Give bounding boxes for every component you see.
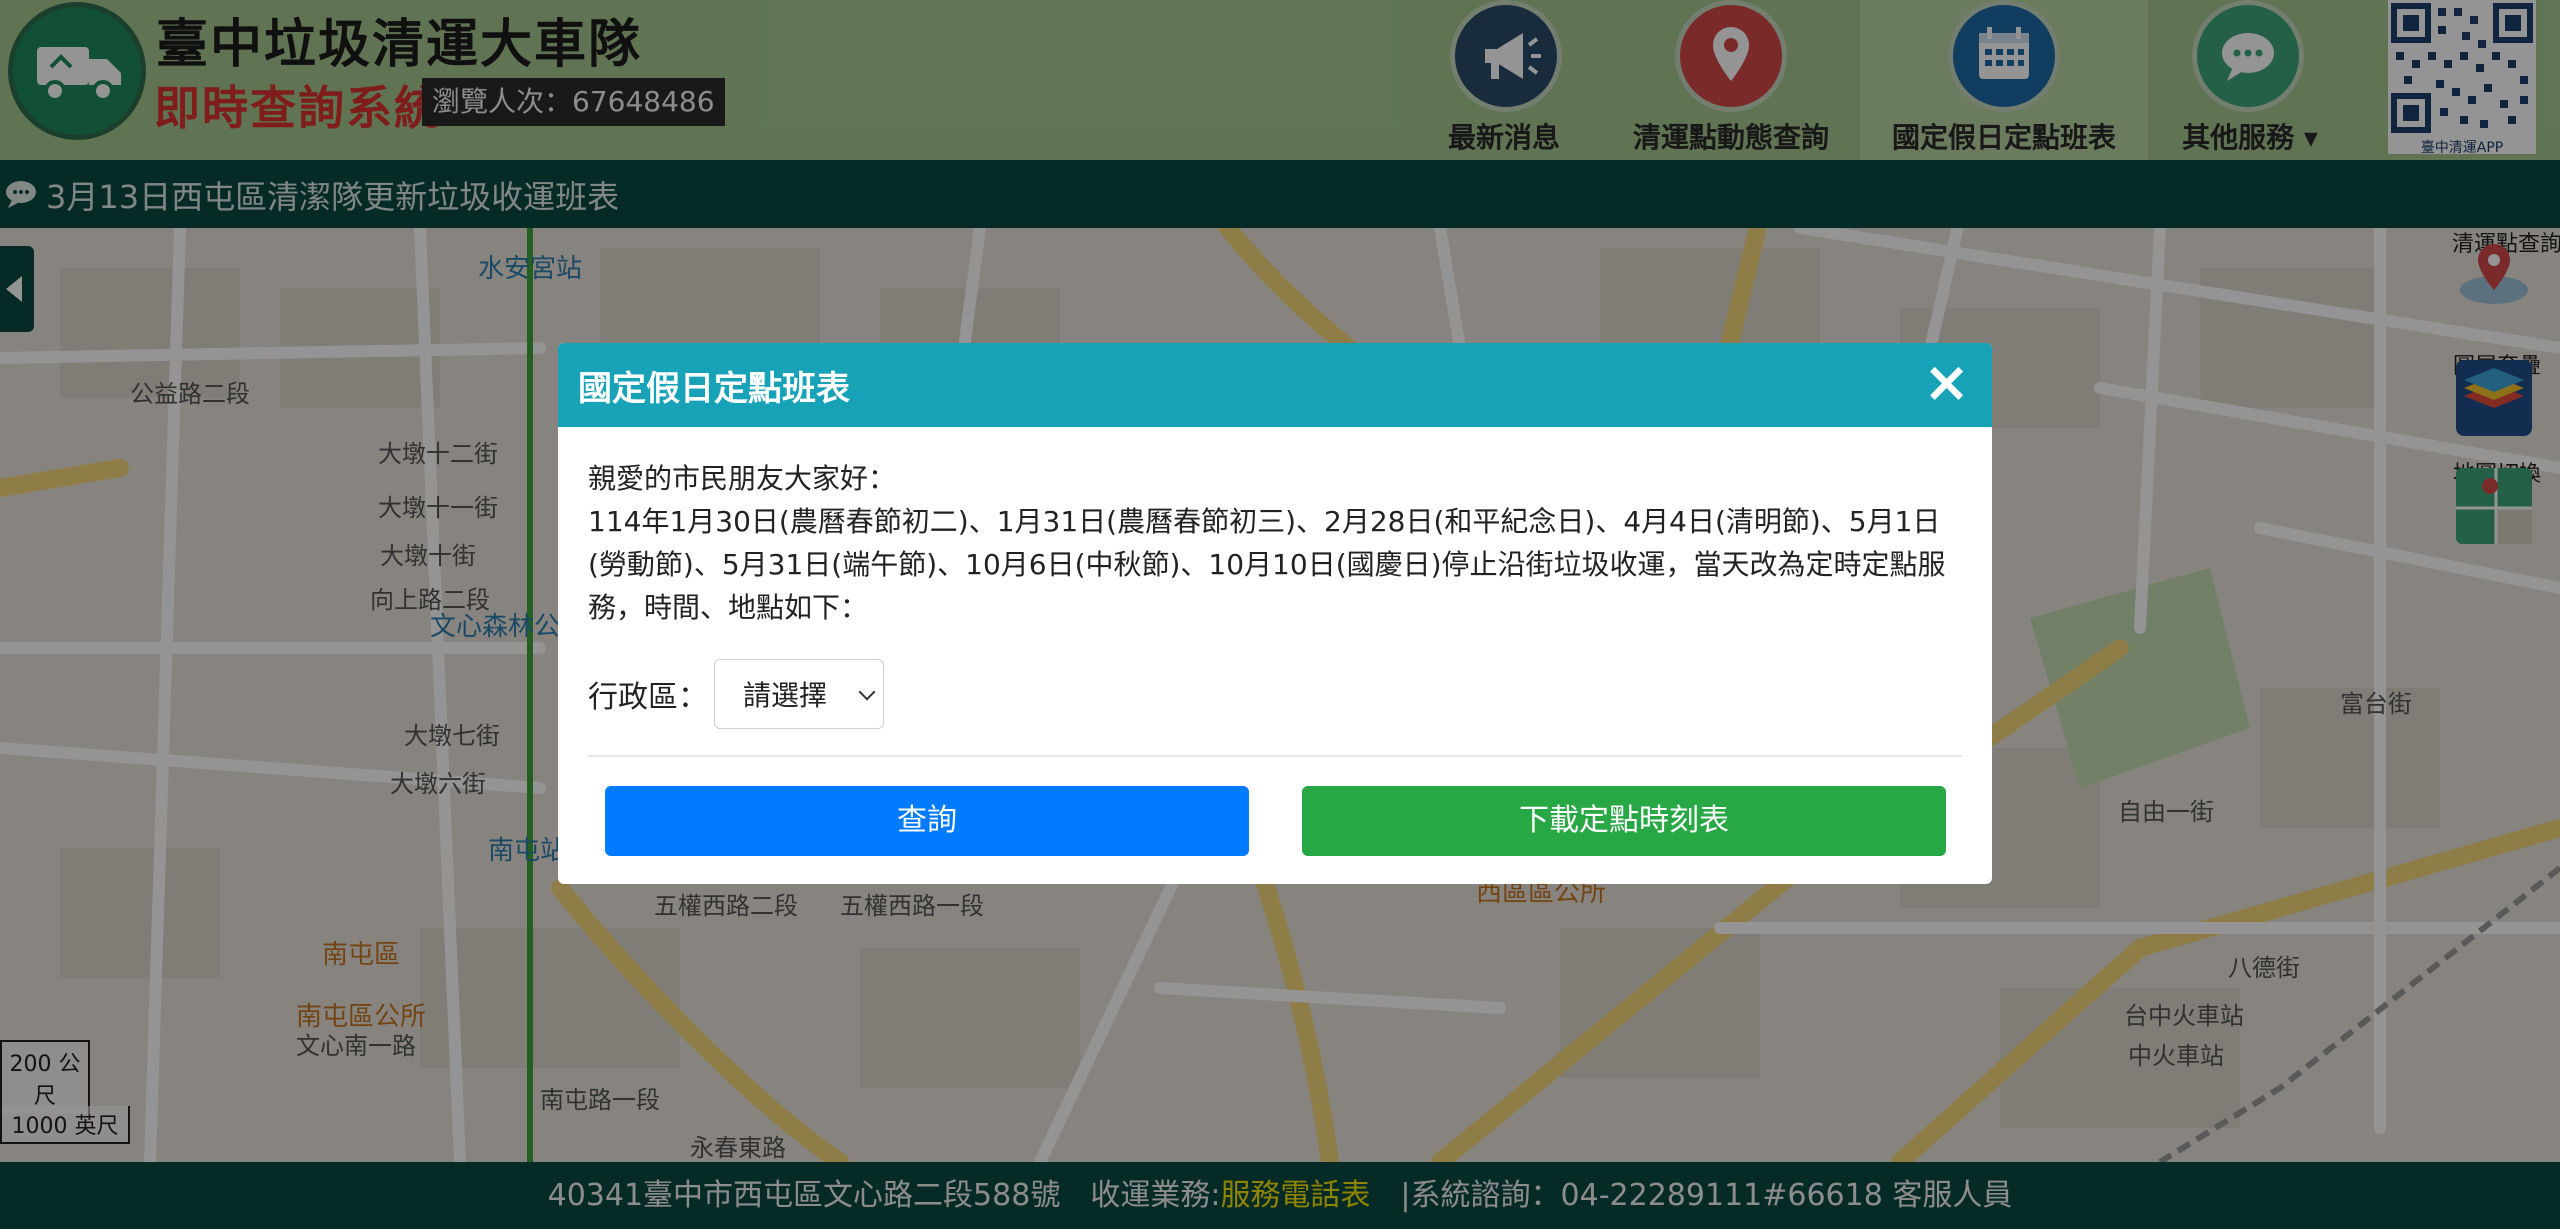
modal-header: 國定假日定點班表 × — [558, 343, 1992, 427]
modal-body: 親愛的市民朋友大家好： 114年1月30日(農曆春節初二)、1月31日(農曆春節… — [588, 457, 1968, 629]
download-schedule-button[interactable]: 下載定點時刻表 — [1302, 786, 1946, 856]
query-button[interactable]: 查詢 — [605, 786, 1249, 856]
holiday-schedule-modal: 國定假日定點班表 × 親愛的市民朋友大家好： 114年1月30日(農曆春節初二)… — [558, 343, 1992, 884]
district-select[interactable]: 請選擇 — [714, 659, 884, 729]
modal-title: 國定假日定點班表 — [578, 369, 850, 409]
district-selected-value: 請選擇 — [743, 679, 828, 712]
modal-notice: 114年1月30日(農曆春節初二)、1月31日(農曆春節初三)、2月28日(和平… — [588, 505, 1946, 624]
district-label: 行政區： — [588, 680, 708, 715]
modal-divider — [588, 755, 1962, 757]
district-filter: 行政區： 請選擇 — [588, 659, 884, 729]
close-icon[interactable]: × — [1923, 353, 1970, 413]
chevron-down-icon — [858, 683, 876, 701]
modal-greeting: 親愛的市民朋友大家好： — [588, 462, 897, 495]
